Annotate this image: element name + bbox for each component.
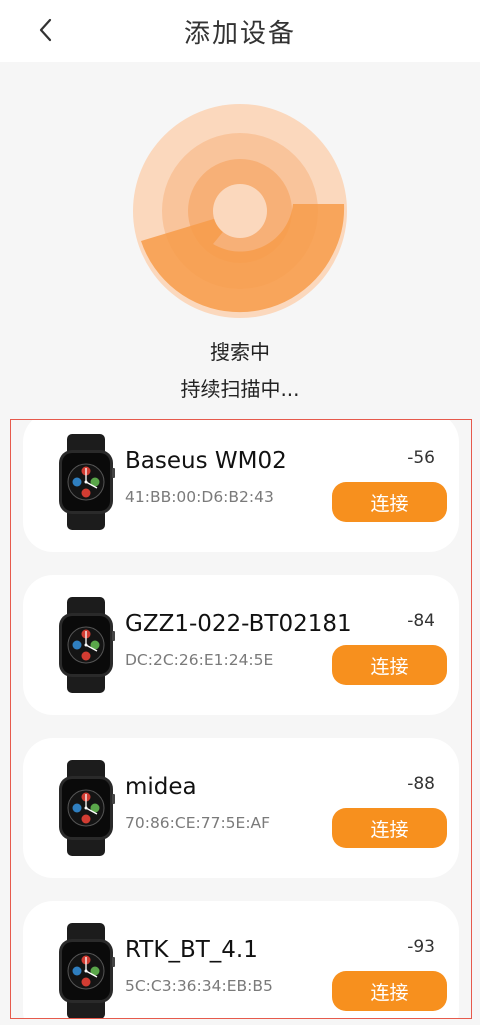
device-list: Baseus WM02 41:BB:00:D6:B2:43 -56 连接 GZZ… [10,419,472,1019]
smartwatch-icon [57,760,115,856]
device-name: GZZ1-022-BT02181 [125,611,352,637]
device-mac: 70:86:CE:77:5E:AF [125,814,271,832]
device-mac: 41:BB:00:D6:B2:43 [125,488,274,506]
device-rssi: -56 [407,448,435,468]
page-title: 添加设备 [183,18,296,49]
device-name: RTK_BT_4.1 [125,937,258,963]
connect-button[interactable]: 连接 [332,645,447,685]
device-rssi: -84 [407,611,435,631]
scanning-radar-icon [133,104,347,318]
device-name: midea [125,774,197,800]
connect-button[interactable]: 连接 [332,808,447,848]
back-button[interactable] [28,12,64,48]
device-mac: 5C:C3:36:34:EB:B5 [125,977,273,995]
chevron-left-icon [39,18,52,42]
smartwatch-icon [57,434,115,530]
device-card[interactable]: midea 70:86:CE:77:5E:AF -88 连接 [23,738,459,878]
scan-substatus: 持续扫描中... [180,377,300,401]
device-card[interactable]: RTK_BT_4.1 5C:C3:36:34:EB:B5 -93 连接 [23,901,459,1019]
smartwatch-icon [57,923,115,1019]
device-card[interactable]: GZZ1-022-BT02181 DC:2C:26:E1:24:5E -84 连… [23,575,459,715]
device-card[interactable]: Baseus WM02 41:BB:00:D6:B2:43 -56 连接 [23,420,459,552]
smartwatch-icon [57,597,115,693]
connect-button[interactable]: 连接 [332,971,447,1011]
device-rssi: -88 [407,774,435,794]
device-rssi: -93 [407,937,435,957]
top-bar: 添加设备 [0,0,480,62]
scan-status: 搜索中 [210,340,270,364]
connect-button[interactable]: 连接 [332,482,447,522]
device-name: Baseus WM02 [125,448,287,474]
device-mac: DC:2C:26:E1:24:5E [125,651,274,669]
